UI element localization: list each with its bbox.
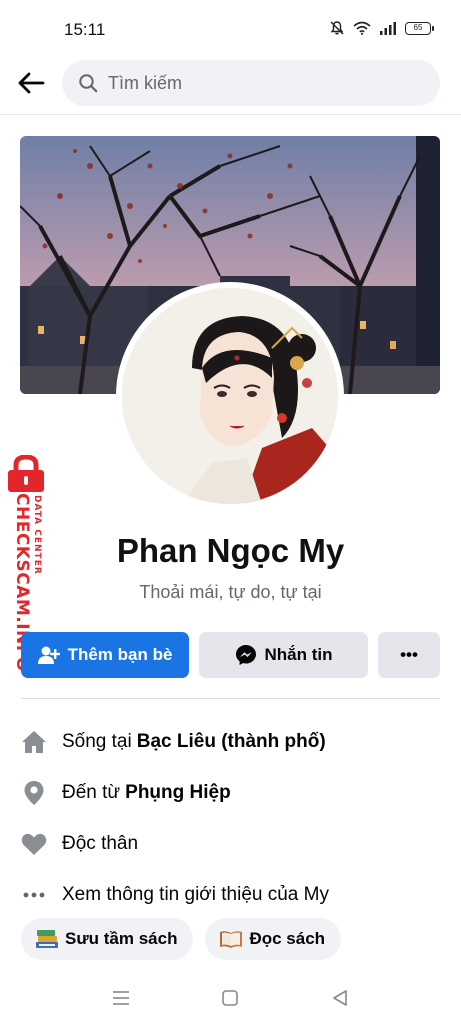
triangle-back-icon — [333, 990, 347, 1006]
message-label: Nhắn tin — [264, 645, 333, 664]
avatar-image — [122, 288, 338, 504]
search-icon — [79, 74, 98, 93]
add-friend-icon — [37, 646, 60, 664]
status-time: 15:11 — [64, 20, 106, 39]
see-about-label: Xem thông tin giới thiệu của My — [62, 883, 329, 905]
system-nav-bar — [0, 972, 461, 1024]
signal-icon — [380, 22, 396, 35]
heart-icon — [20, 830, 48, 858]
see-about-link[interactable]: Xem thông tin giới thiệu của My — [20, 869, 450, 920]
arrow-left-icon — [18, 72, 45, 94]
top-bar — [0, 56, 461, 114]
top-divider — [0, 114, 461, 115]
section-divider — [21, 698, 440, 699]
profile-actions: Thêm bạn bè Nhắn tin ••• — [21, 632, 440, 678]
mute-bell-icon — [330, 21, 344, 35]
lock-icon — [8, 455, 44, 492]
message-button[interactable]: Nhắn tin — [199, 632, 368, 678]
location-pin-icon — [20, 779, 48, 807]
hobby-chip[interactable]: Đọc sách — [205, 918, 342, 960]
more-icon: ••• — [400, 645, 418, 664]
hobbies: Sưu tầm sách Đọc sách — [21, 918, 342, 960]
menu-lines-icon — [113, 991, 129, 1005]
relationship-status: Độc thân — [62, 832, 139, 854]
search-input[interactable] — [108, 72, 408, 94]
profile-bio: Thoải mái, tự do, tự tại — [139, 582, 322, 602]
recent-apps-button[interactable] — [109, 986, 133, 1010]
intro-from: Đến từ Phụng Hiệp — [20, 767, 450, 818]
intro-section: Sống tại Bạc Liêu (thành phố) Đến từ Phụ… — [20, 716, 450, 920]
add-friend-button[interactable]: Thêm bạn bè — [21, 632, 189, 678]
wifi-icon — [353, 21, 371, 35]
battery-icon: 65 — [405, 21, 434, 35]
books-icon — [36, 930, 58, 948]
lives-in-prefix: Sống tại — [62, 730, 132, 752]
lives-in-value[interactable]: Bạc Liêu (thành phố) — [137, 731, 326, 753]
hobby-chip[interactable]: Sưu tầm sách — [21, 918, 194, 960]
back-nav-button[interactable] — [328, 986, 352, 1010]
from-prefix: Đến từ — [62, 781, 121, 803]
from-value[interactable]: Phụng Hiệp — [125, 782, 231, 804]
hobby-label: Đọc sách — [249, 929, 326, 948]
open-book-icon — [220, 931, 243, 948]
messenger-icon — [235, 645, 256, 665]
home-icon — [20, 728, 48, 756]
search-box[interactable] — [62, 60, 440, 106]
status-bar: 15:11 65 — [0, 0, 461, 56]
intro-relationship: Độc thân — [20, 818, 450, 869]
home-button[interactable] — [218, 986, 242, 1010]
intro-lives-in: Sống tại Bạc Liêu (thành phố) — [20, 716, 450, 767]
status-icons: 65 — [329, 20, 434, 36]
add-friend-label: Thêm bạn bè — [67, 645, 173, 664]
hobby-label: Sưu tầm sách — [65, 929, 178, 948]
profile-name: Phan Ngọc My — [116, 532, 345, 569]
square-icon — [222, 990, 238, 1006]
back-button[interactable] — [14, 66, 48, 100]
ellipsis-icon — [20, 881, 48, 909]
avatar — [122, 288, 338, 504]
more-options-button[interactable]: ••• — [378, 632, 440, 678]
profile-picture[interactable] — [116, 282, 344, 510]
